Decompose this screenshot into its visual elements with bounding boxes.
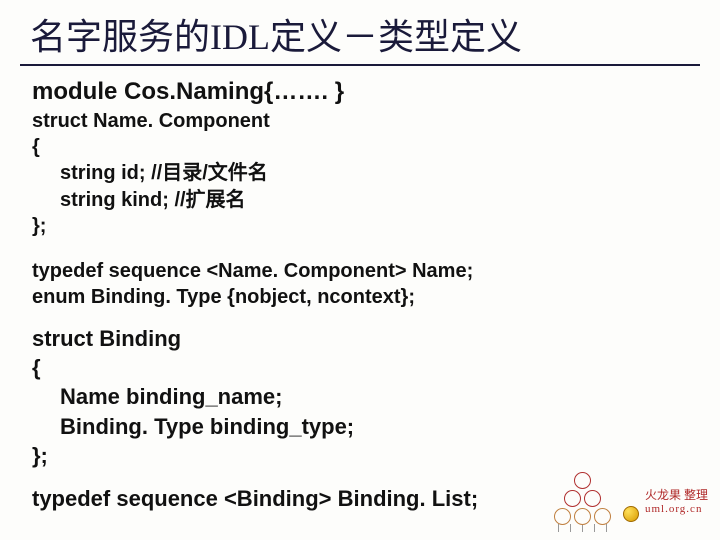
code-line-close2: }; — [32, 441, 720, 470]
footer: 火龙果 整理 uml.org.cn — [553, 472, 708, 532]
code-line-struct-b: struct Binding — [32, 324, 720, 353]
footer-text: 火龙果 整理 uml.org.cn — [645, 488, 708, 516]
code-block: module Cos.Naming{……. } struct Name. Com… — [0, 76, 720, 513]
code-line-struct-nc: struct Name. Component — [32, 108, 720, 134]
code-line-kind: string kind; //扩展名 — [32, 187, 720, 213]
code-line-enum-bt: enum Binding. Type {nobject, ncontext}; — [32, 284, 720, 310]
code-line-typedef-name: typedef sequence <Name. Component> Name; — [32, 258, 720, 284]
code-line-bname: Name binding_name; — [32, 382, 720, 411]
code-line-open2: { — [32, 353, 720, 382]
title-underline — [20, 64, 700, 66]
footer-url: uml.org.cn — [645, 503, 702, 516]
slide-title: 名字服务的IDL定义－类型定义 — [0, 0, 720, 64]
code-line-open1: { — [32, 134, 720, 160]
code-line-module: module Cos.Naming{……. } — [32, 76, 720, 108]
code-line-btype: Binding. Type binding_type; — [32, 412, 720, 441]
code-line-close1: }; — [32, 213, 720, 239]
footer-brand: 火龙果 整理 — [645, 488, 708, 502]
code-line-id: string id; //目录/文件名 — [32, 160, 720, 186]
logo-icon — [553, 472, 613, 532]
ball-icon — [623, 506, 639, 522]
